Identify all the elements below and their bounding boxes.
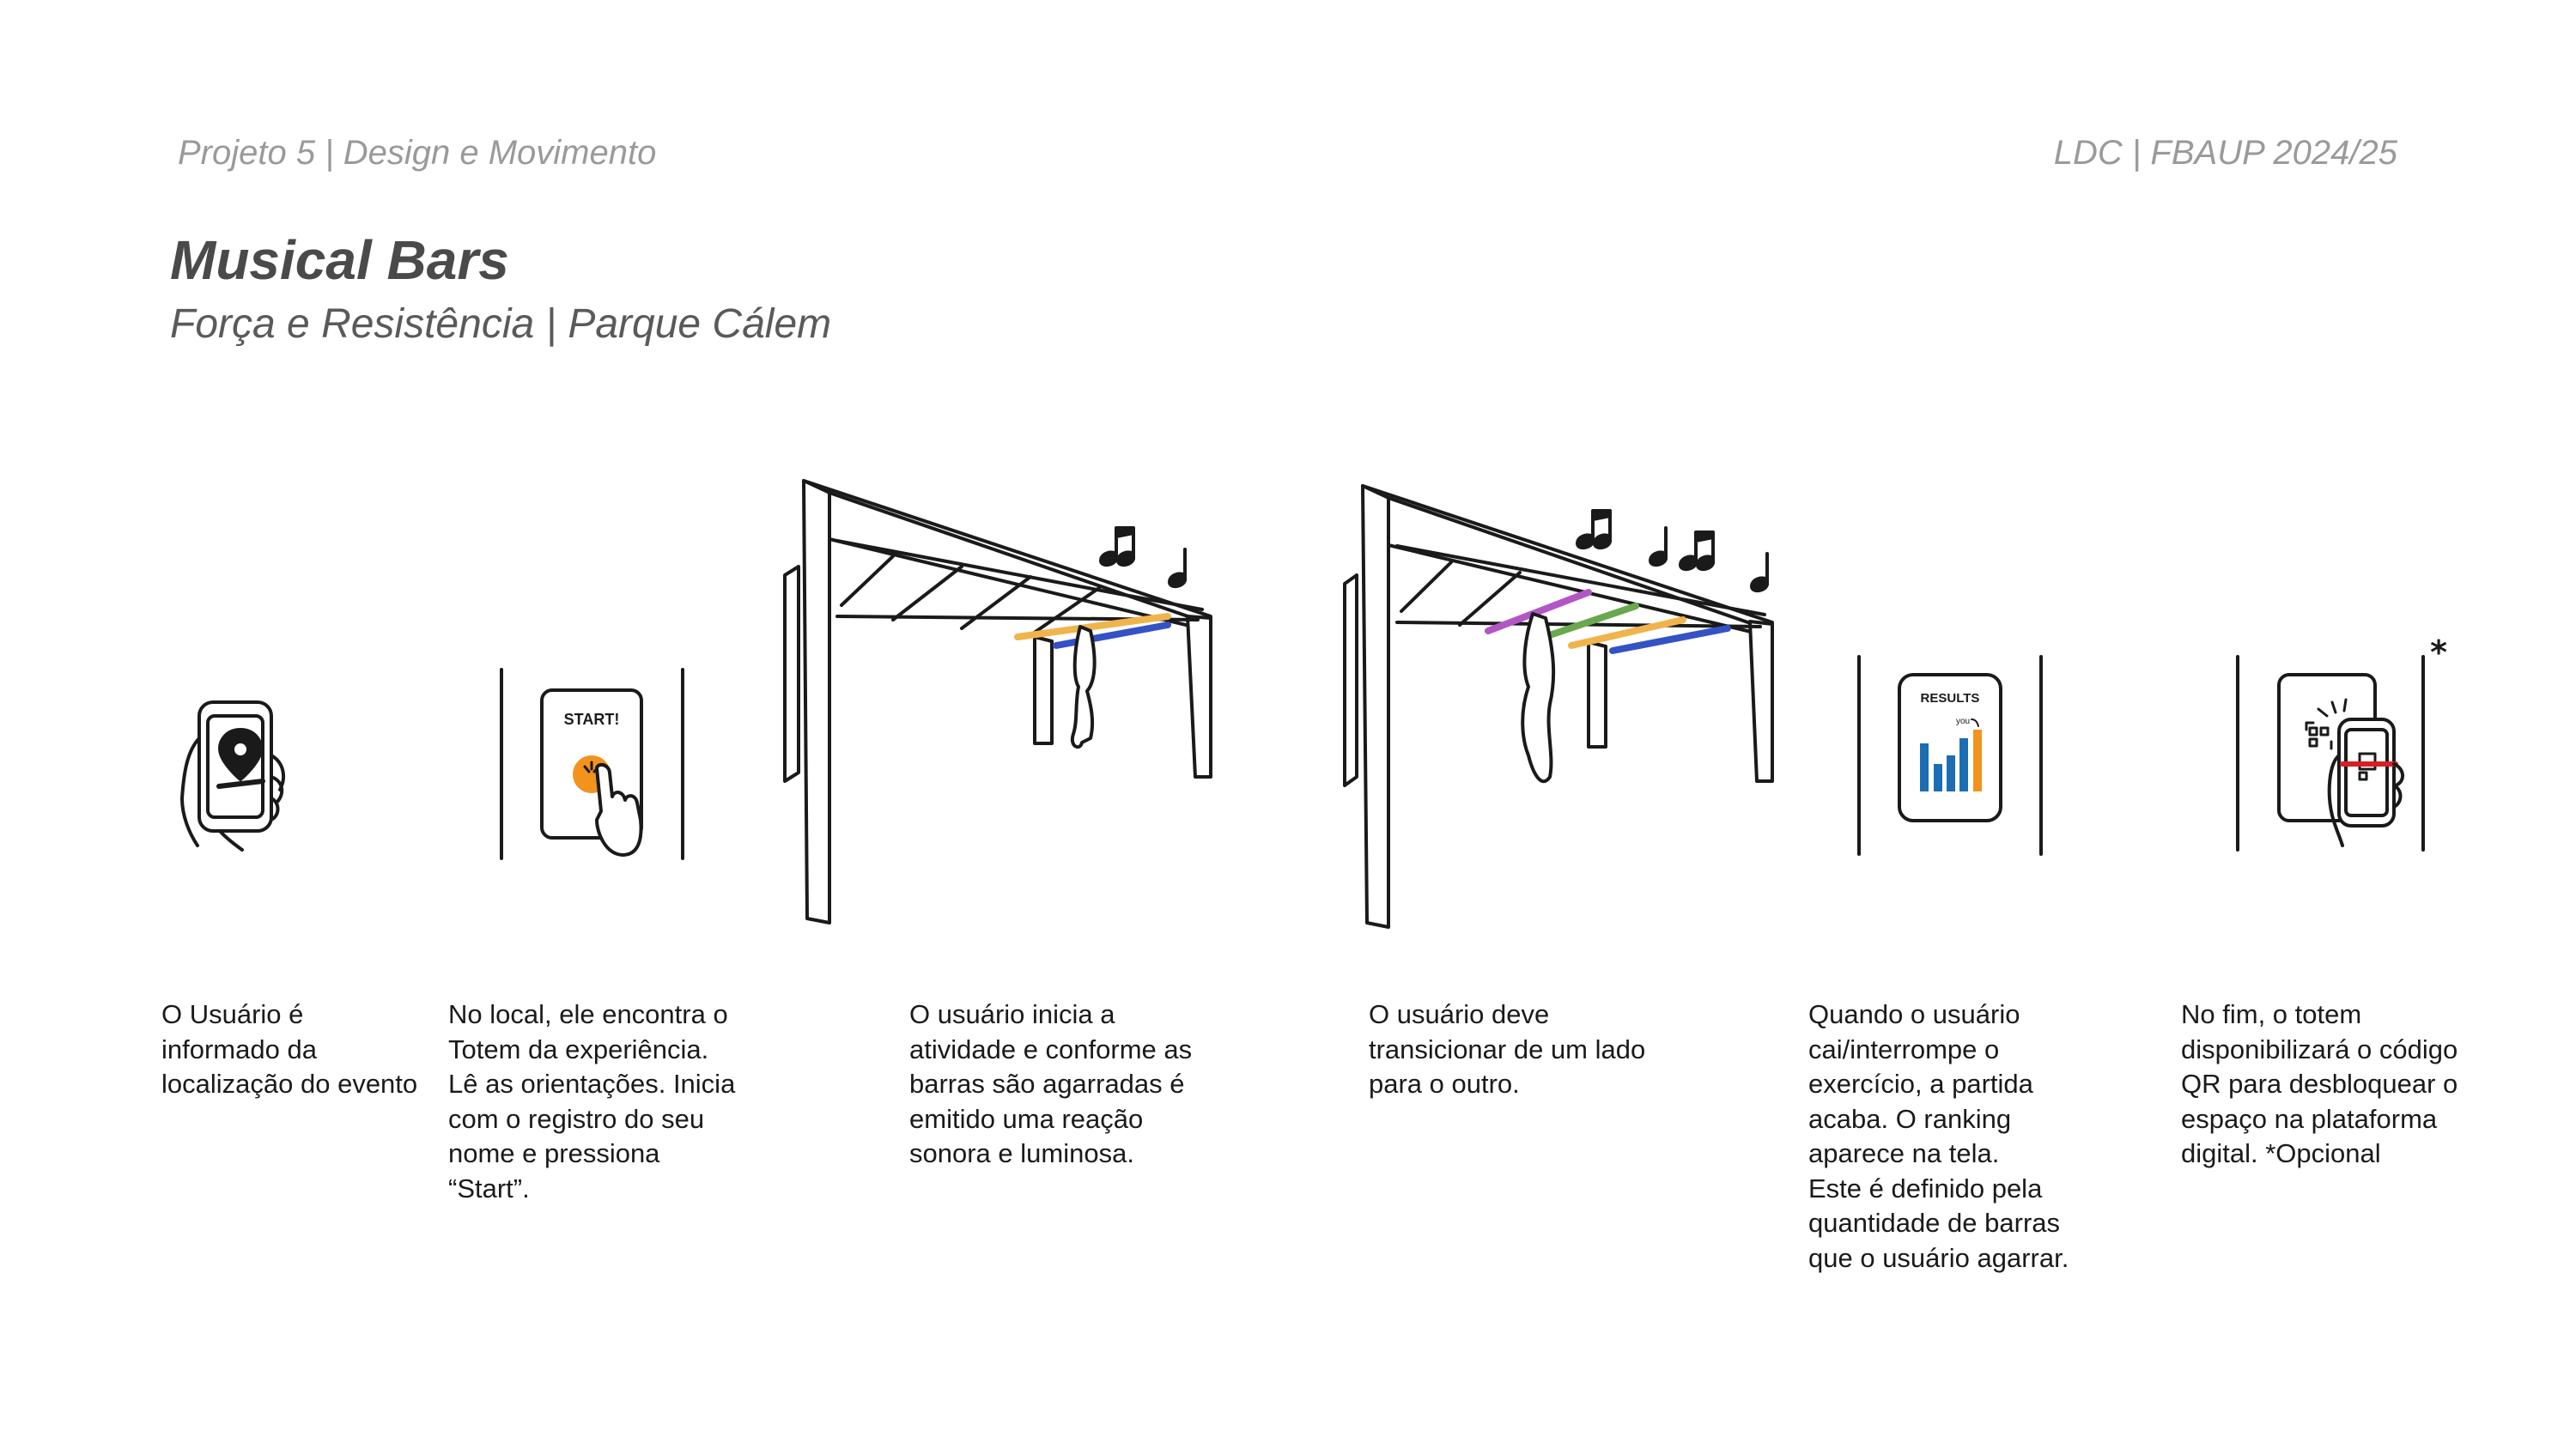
step-line: que o usuário agarrar. (1808, 1242, 2069, 1273)
phone-location-icon (180, 700, 286, 852)
step-line: disponibilizará o código (2181, 1034, 2458, 1064)
step-line: Quando o usuário (1808, 999, 2020, 1029)
step-line: para o outro. (1369, 1069, 1520, 1099)
step-line: O usuário inicia a (909, 999, 1115, 1029)
step-line: digital. *Opcional (2181, 1138, 2381, 1168)
step-line: quantidade de barras (1808, 1208, 2061, 1238)
pergola-transition-icon (1343, 484, 1774, 929)
step-line: localização do evento (161, 1069, 418, 1099)
results-label: RESULTS (1921, 691, 1980, 706)
step-line: O usuário deve (1369, 999, 1550, 1029)
step-line: “Start”. (448, 1173, 530, 1203)
step-line: aparece na tela. (1808, 1138, 2000, 1168)
step-line: exercício, a partida (1808, 1069, 2033, 1099)
step-line: O Usuário é (161, 999, 304, 1029)
step-line: emitido uma reação (909, 1103, 1144, 1134)
optional-asterisk: * (2430, 634, 2447, 671)
step-line: No local, ele encontra o (448, 999, 728, 1029)
pergola-one-hand-icon (783, 479, 1212, 925)
results-you-label: you (1956, 717, 1970, 726)
illustrations: * START! RESULTS you (180, 479, 2447, 929)
step-4-text: O usuário deve transicionar de um lado p… (1369, 997, 1645, 1102)
step-line: sonora e luminosa. (909, 1138, 1134, 1168)
step-line: cai/interrompe o (1808, 1034, 2000, 1064)
step-line: nome e pressiona (448, 1138, 660, 1168)
step-line: Lê as orientações. Inicia (448, 1069, 736, 1099)
step-1-text: O Usuário é informado da localização do … (161, 997, 417, 1102)
step-line: barras são agarradas é (909, 1069, 1185, 1099)
step-line: informado da (161, 1034, 317, 1064)
step-line: acaba. O ranking (1808, 1103, 2012, 1134)
totem-start-icon (500, 668, 684, 860)
step-line: com o registro do seu (448, 1103, 705, 1134)
totem-qr-scan-icon (2236, 655, 2425, 852)
step-line: transicionar de um lado (1369, 1034, 1646, 1064)
step-line: QR para desbloquear o (2181, 1069, 2458, 1099)
step-5-text: Quando o usuário cai/interrompe o exercí… (1808, 997, 2069, 1276)
step-2-text: No local, ele encontra o Totem da experi… (448, 997, 735, 1206)
start-label: START! (564, 711, 620, 728)
step-line: No fim, o totem (2181, 999, 2362, 1029)
totem-results-icon (1857, 655, 2043, 856)
step-line: Este é definido pela (1808, 1173, 2043, 1203)
step-line: espaço na plataforma (2181, 1103, 2438, 1134)
step-6-text: No fim, o totem disponibilizará o código… (2181, 997, 2458, 1172)
step-3-text: O usuário inicia a atividade e conforme … (909, 997, 1192, 1172)
step-line: Totem da experiência. (448, 1034, 709, 1064)
step-line: atividade e conforme as (909, 1034, 1193, 1064)
